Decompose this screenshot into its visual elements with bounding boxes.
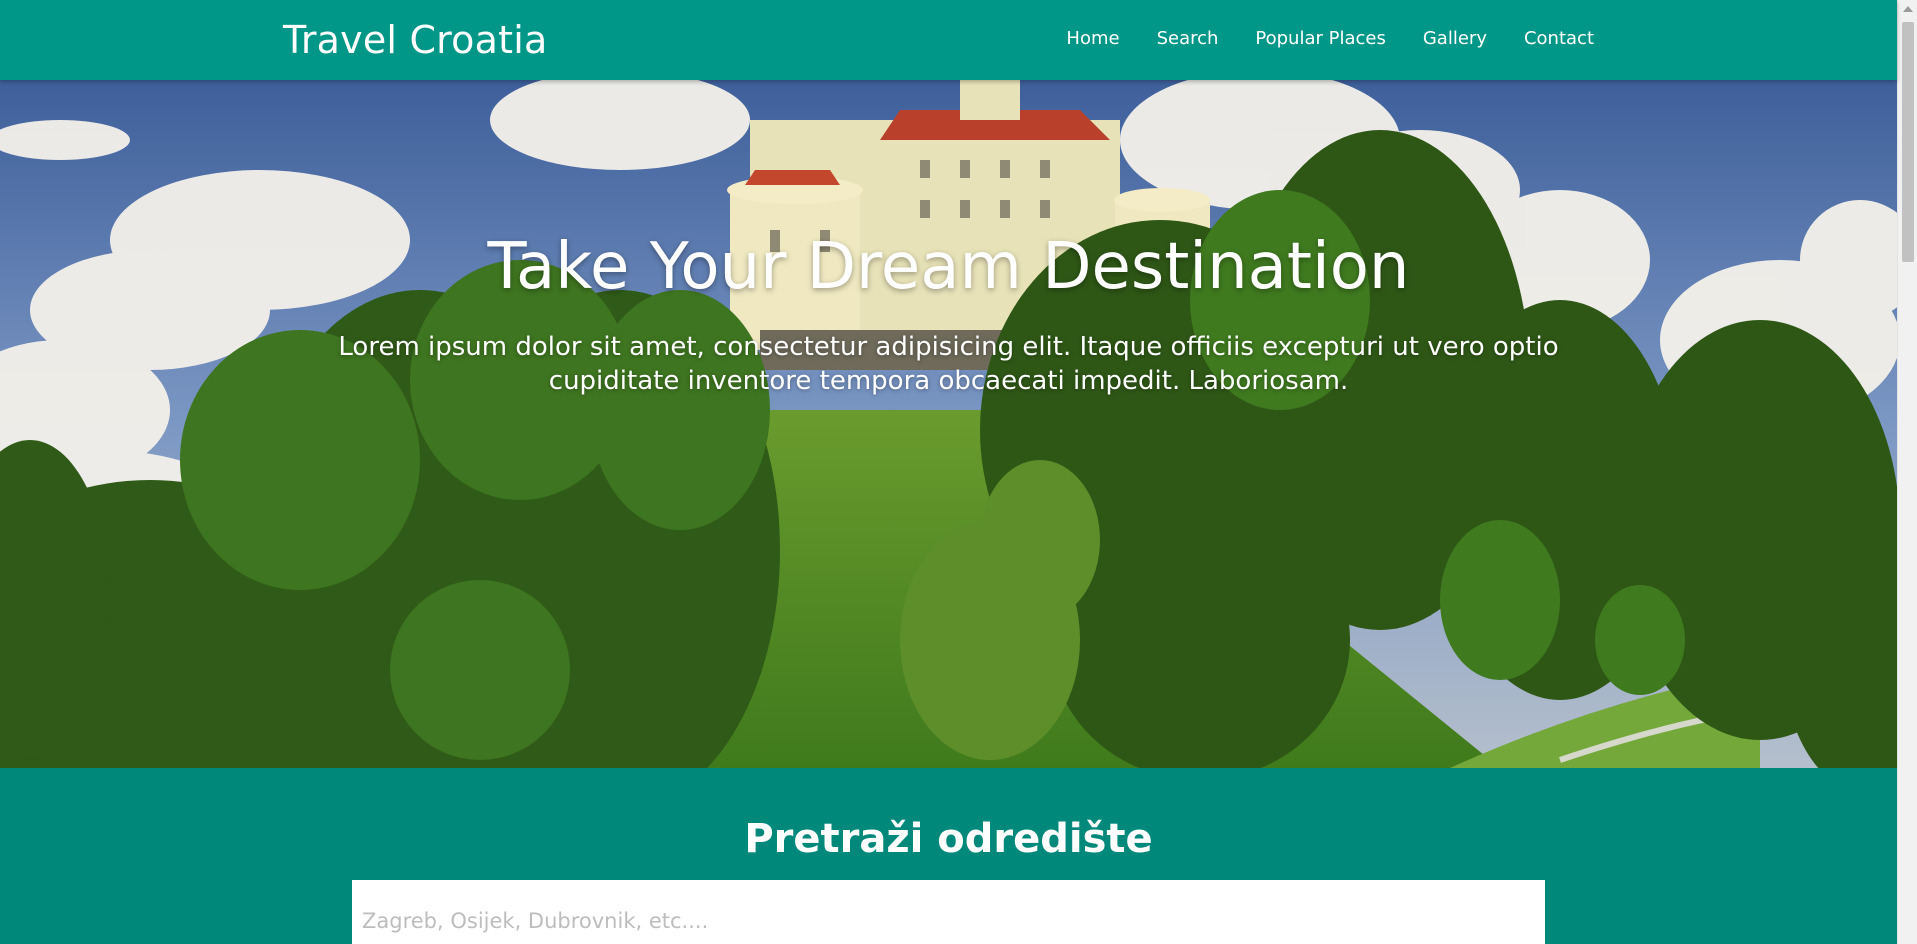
nav-link-gallery[interactable]: Gallery	[1423, 28, 1487, 49]
brand-logo[interactable]: Travel Croatia	[283, 18, 547, 62]
hero-background-image	[0, 80, 1897, 768]
nav-link-popular-places[interactable]: Popular Places	[1255, 28, 1385, 49]
vertical-scrollbar[interactable]	[1897, 0, 1917, 944]
page: Travel Croatia Home Search Popular Place…	[0, 0, 1917, 944]
main-nav: Home Search Popular Places Gallery Conta…	[1029, 28, 1594, 49]
navbar: Travel Croatia Home Search Popular Place…	[0, 0, 1897, 80]
nav-link-search[interactable]: Search	[1157, 28, 1219, 49]
hero-section: Take Your Dream Destination Lorem ipsum …	[0, 80, 1897, 768]
hero-title: Take Your Dream Destination	[487, 230, 1410, 304]
search-title: Pretraži odredište	[744, 816, 1153, 862]
search-section: Pretraži odredište	[0, 768, 1897, 944]
scrollbar-thumb[interactable]	[1902, 22, 1914, 262]
scroll-up-arrow-icon[interactable]	[1903, 6, 1913, 12]
hero-description: Lorem ipsum dolor sit amet, consectetur …	[338, 332, 1559, 396]
nav-link-home[interactable]: Home	[1066, 28, 1119, 49]
destination-search-input[interactable]	[352, 880, 1545, 944]
nav-link-contact[interactable]: Contact	[1524, 28, 1594, 49]
